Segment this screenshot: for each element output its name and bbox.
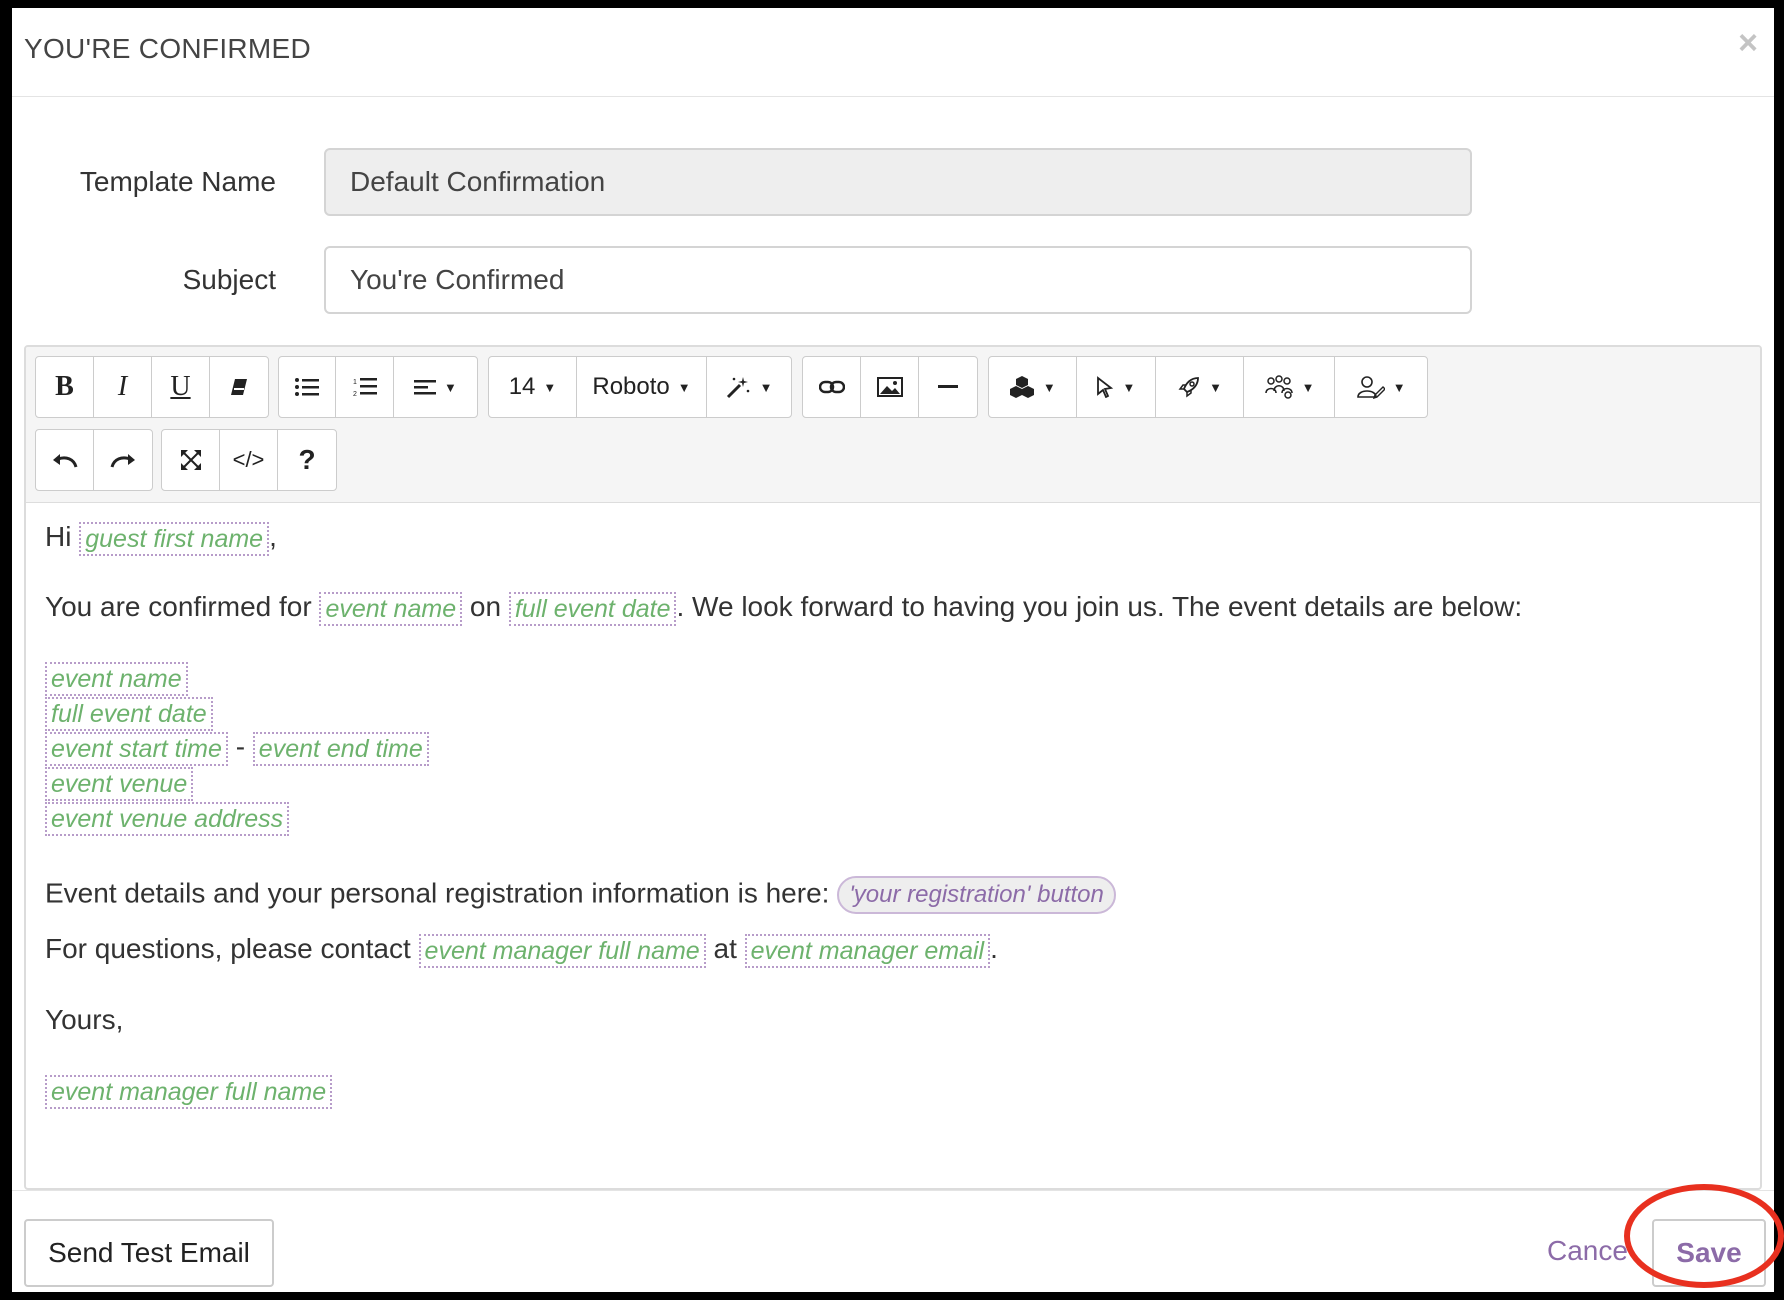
greeting-line: Hi guest first name,: [45, 521, 277, 556]
fullscreen-icon[interactable]: [162, 430, 220, 490]
style-group: B I U: [35, 356, 269, 418]
merge-tag-event-manager-full-name[interactable]: event manager full name: [45, 1074, 333, 1109]
signoff-text: Yours,: [45, 1004, 124, 1035]
questions-line: For questions, please contact event mana…: [45, 933, 998, 968]
link-icon[interactable]: [803, 357, 861, 417]
registration-text: Event details and your personal registra…: [45, 877, 830, 909]
signature-line: event manager full name: [45, 1074, 333, 1109]
group-icon[interactable]: ▼: [1244, 357, 1336, 417]
chevron-down-icon: ▼: [543, 379, 557, 395]
look-forward-text: . We look forward to having you join us.…: [676, 591, 1523, 622]
chevron-down-icon: ▼: [677, 379, 691, 395]
svg-text:2: 2: [353, 391, 357, 398]
numbered-list-icon[interactable]: 12: [336, 357, 394, 417]
merge-tag-event-end-time[interactable]: event end time: [252, 731, 429, 766]
on-text: on: [469, 591, 502, 622]
chevron-down-icon: ▼: [1301, 379, 1315, 395]
merge-tag-event-manager-email[interactable]: event manager email: [744, 933, 991, 968]
editor-toolbar: B I U 12 ▼ 14 ▼ Roboto ▼ ▼ ▼ ▼ ▼ ▼ ▼ </>…: [26, 347, 1760, 503]
chevron-down-icon: ▼: [1042, 379, 1056, 395]
image-icon[interactable]: [861, 357, 919, 417]
template-name-label: Template Name: [79, 166, 276, 197]
insert-group: [802, 356, 978, 418]
detail-event-name: event name: [45, 661, 188, 696]
font-size-dropdown[interactable]: 14 ▼: [489, 357, 577, 417]
detail-event-venue-address: event venue address: [45, 801, 290, 836]
merge-tag-registration-button[interactable]: 'your registration' button: [837, 876, 1116, 914]
editor-content[interactable]: Hi guest first name, You are confirmed f…: [26, 503, 1760, 1188]
dash-text: -: [235, 731, 246, 762]
registration-line: Event details and your personal registra…: [45, 876, 1116, 914]
save-button[interactable]: Save: [1652, 1219, 1766, 1287]
cursor-icon[interactable]: ▼: [1077, 357, 1157, 417]
bold-icon[interactable]: B: [36, 357, 94, 417]
horizontal-rule-icon[interactable]: [919, 357, 977, 417]
template-name-field: Default Confirmation: [324, 148, 1472, 216]
chevron-down-icon: ▼: [1209, 379, 1222, 395]
questions-text: For questions, please contact: [45, 933, 411, 964]
detail-event-venue: event venue: [45, 766, 194, 801]
user-icon[interactable]: ▼: [1335, 357, 1427, 417]
period-text: .: [990, 933, 998, 964]
cubes-icon[interactable]: ▼: [989, 357, 1077, 417]
merge-tag-full-event-date[interactable]: full event date: [45, 696, 213, 731]
chevron-down-icon: ▼: [1392, 379, 1406, 395]
subject-field[interactable]: You're Confirmed: [324, 246, 1472, 314]
merge-tag-full-event-date[interactable]: full event date: [508, 591, 677, 626]
magic-wand-icon[interactable]: ▼: [707, 357, 791, 417]
view-group: </> ?: [161, 429, 337, 491]
email-template-modal: YOU'RE CONFIRMED × Template Name Default…: [12, 8, 1774, 1292]
merge-tag-event-venue[interactable]: event venue: [45, 766, 194, 801]
merge-tag-guest-first-name[interactable]: guest first name: [79, 521, 270, 556]
chevron-down-icon: ▼: [443, 379, 457, 395]
align-icon[interactable]: ▼: [394, 357, 477, 417]
undo-icon[interactable]: [36, 430, 94, 490]
font-family-value: Roboto: [592, 373, 670, 400]
custom-group: ▼ ▼ ▼ ▼ ▼: [988, 356, 1428, 418]
detail-full-event-date: full event date: [45, 696, 213, 731]
cancel-button[interactable]: Cance: [1547, 1235, 1628, 1267]
greeting-text: Hi: [45, 521, 72, 552]
eraser-icon[interactable]: [210, 357, 268, 417]
font-size-value: 14: [508, 373, 536, 400]
detail-event-times: event start time - event end time: [45, 731, 429, 766]
history-group: [35, 429, 153, 491]
redo-icon[interactable]: [94, 430, 152, 490]
font-group: 14 ▼ Roboto ▼ ▼: [488, 356, 792, 418]
bullet-list-icon[interactable]: [279, 357, 337, 417]
font-family-dropdown[interactable]: Roboto ▼: [577, 357, 707, 417]
help-icon[interactable]: ?: [278, 430, 336, 490]
svg-text:1: 1: [353, 379, 357, 386]
code-view-icon[interactable]: </>: [220, 430, 278, 490]
merge-tag-event-manager-full-name[interactable]: event manager full name: [418, 933, 706, 968]
merge-tag-event-name[interactable]: event name: [45, 661, 188, 696]
chevron-down-icon: ▼: [1122, 379, 1136, 395]
rich-text-editor: B I U 12 ▼ 14 ▼ Roboto ▼ ▼ ▼ ▼ ▼ ▼ ▼ </>…: [24, 345, 1762, 1190]
list-group: 12 ▼: [278, 356, 478, 418]
confirmation-line: You are confirmed for event name on full…: [45, 591, 1522, 626]
chevron-down-icon: ▼: [759, 379, 773, 395]
modal-header: YOU'RE CONFIRMED ×: [12, 8, 1774, 97]
signoff-line: Yours,: [45, 1004, 123, 1036]
merge-tag-event-venue-address[interactable]: event venue address: [45, 801, 290, 836]
at-text: at: [713, 933, 737, 964]
greeting-comma: ,: [269, 521, 277, 552]
modal-footer: Send Test Email Cance Save: [12, 1190, 1774, 1292]
underline-icon[interactable]: U: [152, 357, 210, 417]
subject-label: Subject: [182, 264, 276, 295]
rocket-icon[interactable]: ▼: [1156, 357, 1244, 417]
send-test-email-button[interactable]: Send Test Email: [24, 1219, 274, 1287]
italic-icon[interactable]: I: [94, 357, 152, 417]
merge-tag-event-name[interactable]: event name: [319, 591, 463, 626]
merge-tag-event-start-time[interactable]: event start time: [45, 731, 228, 766]
confirmed-text: You are confirmed for: [45, 591, 312, 622]
modal-title: YOU'RE CONFIRMED: [24, 33, 312, 64]
close-icon[interactable]: ×: [1738, 26, 1758, 60]
